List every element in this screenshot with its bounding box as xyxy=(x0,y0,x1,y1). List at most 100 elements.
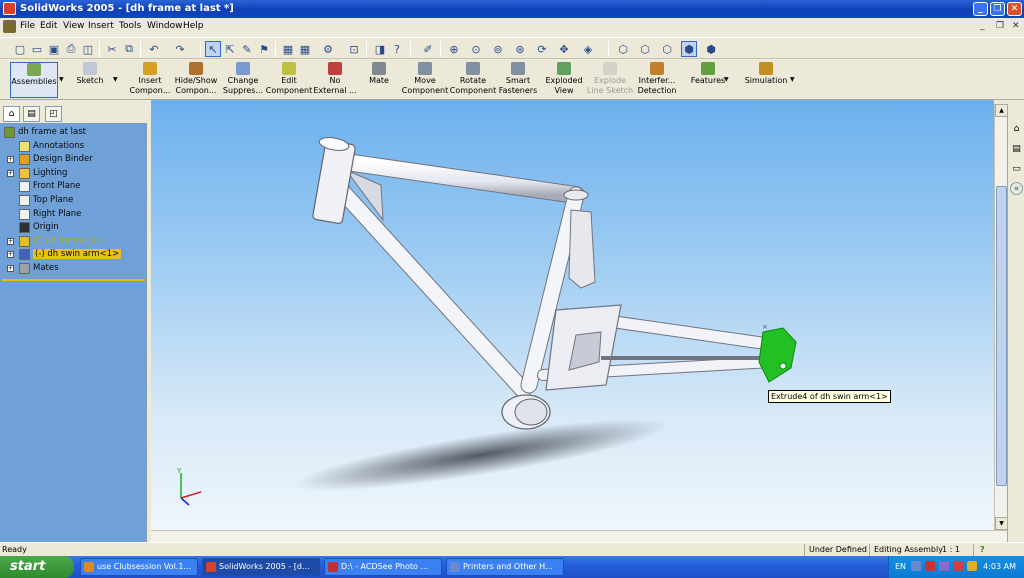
hidden-lines-removed-icon[interactable]: ⬡ xyxy=(659,41,675,57)
expand-icon[interactable]: + xyxy=(7,156,14,164)
scroll-thumb[interactable] xyxy=(996,186,1007,486)
cut-icon[interactable]: ✂ xyxy=(104,41,120,57)
exploded-view-button[interactable]: Exploded View xyxy=(544,62,584,98)
horizontal-scrollbar[interactable] xyxy=(151,530,1007,542)
mate-button[interactable]: Mate xyxy=(366,62,392,98)
expand-icon[interactable]: + xyxy=(7,251,14,259)
tray-solidworks-icon[interactable] xyxy=(953,561,963,571)
graphics-area[interactable]: × Y Extrude4 of dh swin arm<1> xyxy=(151,100,994,542)
rotate-component-button[interactable]: Rotate Component xyxy=(450,62,496,98)
sketch-tools-icon[interactable]: ✐ xyxy=(420,41,436,57)
help-icon[interactable]: ? xyxy=(389,41,405,57)
sketch-icon[interactable]: ✎ xyxy=(239,41,255,57)
no-external-button[interactable]: No External ... xyxy=(312,62,358,98)
features-dropdown-icon[interactable]: ▼ xyxy=(724,76,729,83)
simulation-dropdown-icon[interactable]: ▼ xyxy=(790,76,795,83)
taskbar-button[interactable]: SolidWorks 2005 - [d... xyxy=(202,558,320,576)
menu-tools[interactable]: Tools xyxy=(119,21,141,31)
shaded-with-edges-icon[interactable]: ⬢ xyxy=(681,41,697,57)
expand-icon[interactable]: + xyxy=(7,265,14,272)
redo-icon[interactable]: ↷ xyxy=(172,41,188,57)
property-manager-tab-icon[interactable]: ▤ xyxy=(23,106,40,122)
print-preview-icon[interactable]: ◫ xyxy=(80,41,96,57)
zoom-area-icon[interactable]: ⊕ xyxy=(446,41,462,57)
taskbar-button[interactable]: use Clubsession Vol.1... xyxy=(80,558,198,576)
tree-item[interactable]: + Design Binder xyxy=(2,153,142,166)
change-suppress-button[interactable]: Change Suppres... xyxy=(220,62,266,98)
move-component-button[interactable]: Move Component xyxy=(402,62,448,98)
maximize-button[interactable]: ❐ xyxy=(990,2,1005,16)
insert-component-button[interactable]: Insert Compon... xyxy=(128,62,172,98)
menu-window[interactable]: Window xyxy=(147,21,183,31)
save-icon[interactable]: ▣ xyxy=(46,41,62,57)
expand-icon[interactable]: + xyxy=(7,169,14,177)
taskbar-button[interactable]: Printers and Other H... xyxy=(446,558,564,576)
print-icon[interactable]: ⎙ xyxy=(63,41,79,57)
explode-line-sketch-button[interactable]: Explode Line Sketch xyxy=(587,62,633,98)
zoom-to-fit-icon[interactable]: ⊡ xyxy=(346,41,362,57)
assemblies-tab[interactable]: Assemblies xyxy=(10,62,58,98)
layers-icon[interactable]: ▦ xyxy=(297,41,313,57)
select-similar-icon[interactable]: ⇱ xyxy=(222,41,238,57)
start-button[interactable]: start xyxy=(0,556,74,578)
select-icon[interactable]: ↖ xyxy=(205,41,221,57)
tree-item[interactable]: Front Plane xyxy=(2,180,142,193)
tree-item[interactable]: + Lighting xyxy=(2,167,142,180)
taskbar-button[interactable]: D:\ - ACDSee Photo ... xyxy=(324,558,442,576)
new-icon[interactable]: ▢ xyxy=(12,41,28,57)
hidden-lines-visible-icon[interactable]: ⬡ xyxy=(637,41,653,57)
menu-insert[interactable]: Insert xyxy=(88,21,114,31)
tray-alert-icon[interactable] xyxy=(967,561,977,571)
undo-icon[interactable]: ↶ xyxy=(146,41,162,57)
doc-close-button[interactable]: ✕ xyxy=(1012,21,1020,31)
doc-minimize-button[interactable]: _ xyxy=(980,21,985,31)
file-explorer-icon[interactable]: ▭ xyxy=(1010,162,1023,175)
rotate-view-icon[interactable]: ⟳ xyxy=(534,41,550,57)
open-icon[interactable]: ▭ xyxy=(29,41,45,57)
sketch-dropdown-icon[interactable]: ▼ xyxy=(113,76,118,83)
zoom-fit-icon[interactable]: ⊛ xyxy=(512,41,528,57)
language-indicator[interactable]: EN xyxy=(895,562,906,571)
tray-app-icon[interactable] xyxy=(911,561,921,571)
collapse-task-pane-icon[interactable]: « xyxy=(1010,182,1023,195)
features-button[interactable]: Features xyxy=(688,62,728,98)
sketch-tab[interactable]: Sketch xyxy=(68,62,112,98)
rear-dropout-selected[interactable] xyxy=(758,327,797,383)
tray-network-icon[interactable] xyxy=(939,561,949,571)
design-library-icon[interactable]: ▤ xyxy=(1010,142,1023,155)
document-icon[interactable] xyxy=(3,20,16,33)
rebuild-icon[interactable]: ⚑ xyxy=(256,41,272,57)
view-orientation-icon[interactable]: ◨ xyxy=(372,41,388,57)
hide-show-button[interactable]: Hide/Show Compon... xyxy=(172,62,220,98)
feature-tree-tab-icon[interactable]: ⌂ xyxy=(3,106,20,122)
simulation-button[interactable]: Simulation xyxy=(742,62,790,98)
clock[interactable]: 4:03 AM xyxy=(983,562,1016,571)
vertical-scrollbar[interactable]: ▲ ▼ xyxy=(994,104,1008,530)
close-button[interactable]: ✕ xyxy=(1007,2,1022,16)
pan-icon[interactable]: ✥ xyxy=(556,41,572,57)
smart-fasteners-button[interactable]: Smart Fasteners xyxy=(497,62,539,98)
copy-icon[interactable]: ⧉ xyxy=(121,41,137,57)
doc-restore-button[interactable]: ❐ xyxy=(996,21,1004,31)
standard-views-icon[interactable]: ◈ xyxy=(580,41,596,57)
grid-icon[interactable]: ▦ xyxy=(280,41,296,57)
tree-item[interactable]: Top Plane xyxy=(2,194,142,207)
interference-detection-button[interactable]: Interfer... Detection xyxy=(634,62,680,98)
assemblies-dropdown-icon[interactable]: ▼ xyxy=(59,76,64,83)
tree-item[interactable]: dh frame at last xyxy=(2,126,142,139)
menu-help[interactable]: Help xyxy=(183,21,204,31)
help-status-icon[interactable]: ? xyxy=(980,545,985,554)
down-tube[interactable] xyxy=(333,182,531,398)
configuration-tab-icon[interactable]: ◰ xyxy=(45,106,62,122)
expand-icon[interactable]: + xyxy=(7,237,14,245)
tree-item[interactable]: Origin xyxy=(2,221,142,234)
edit-component-button[interactable]: Edit Component xyxy=(266,62,312,98)
tree-item[interactable]: + (f) dh frame<1> xyxy=(2,235,142,248)
zoom-selection-icon[interactable]: ⊚ xyxy=(490,41,506,57)
resources-icon[interactable]: ⌂ xyxy=(1010,122,1023,135)
menu-edit[interactable]: Edit xyxy=(40,21,57,31)
zoom-in-out-icon[interactable]: ⊙ xyxy=(468,41,484,57)
tree-item[interactable]: Annotations xyxy=(2,140,142,153)
wireframe-icon[interactable]: ⬡ xyxy=(615,41,631,57)
bike-frame-model[interactable]: × Y xyxy=(151,100,994,542)
